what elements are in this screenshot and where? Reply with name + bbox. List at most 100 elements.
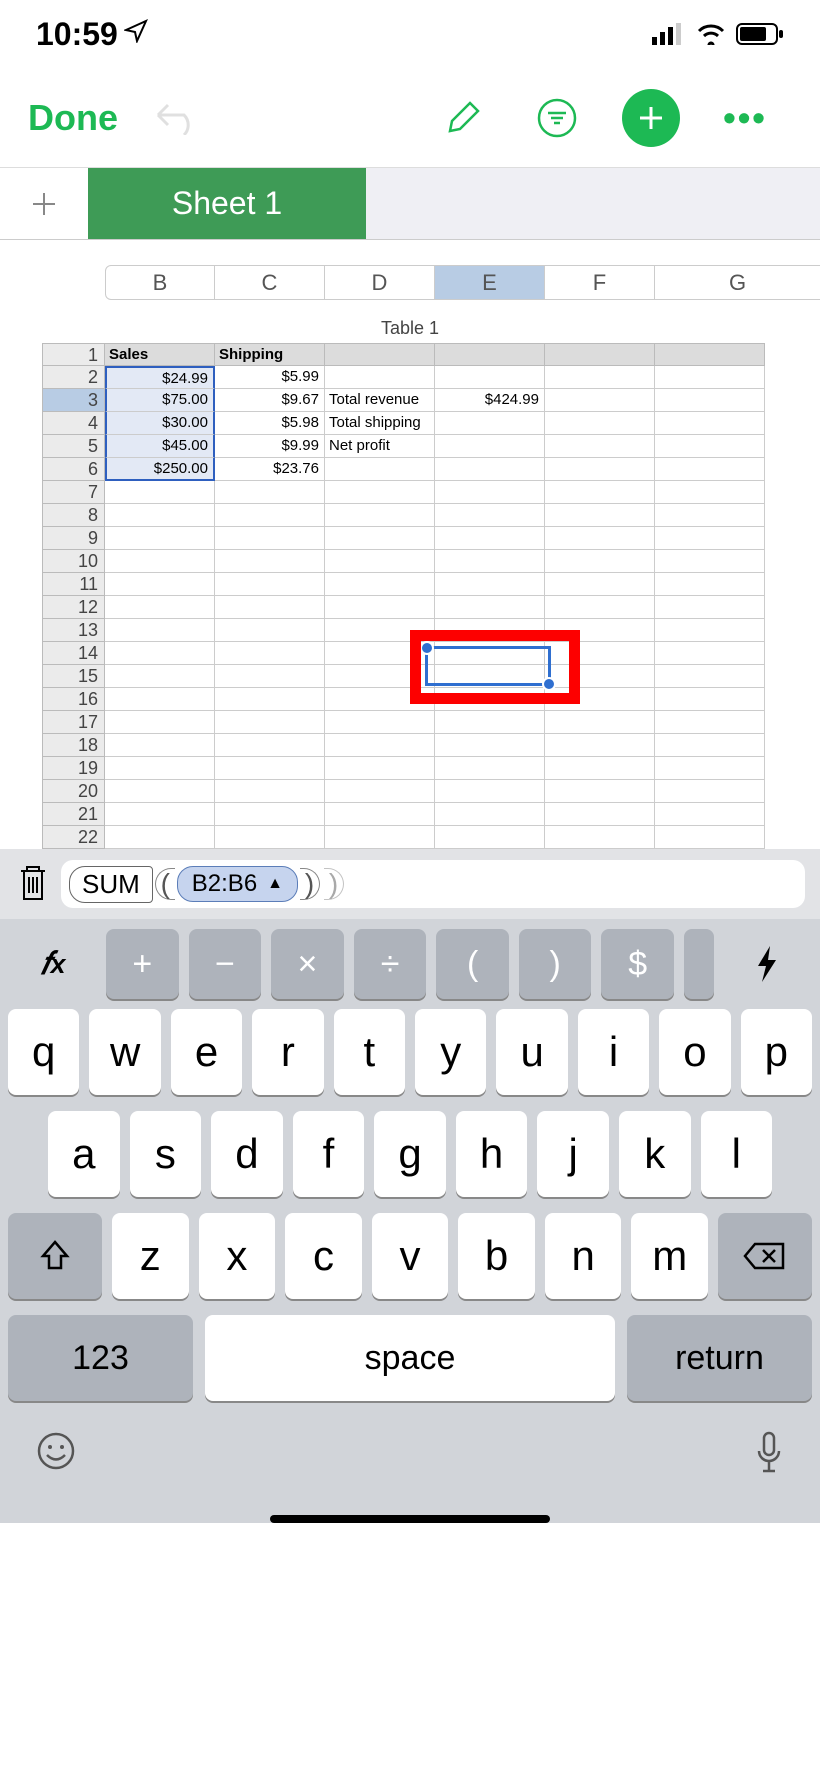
cell[interactable]: Shipping: [215, 343, 325, 366]
cell[interactable]: [435, 711, 545, 734]
col-header-f[interactable]: F: [545, 265, 655, 300]
row-header[interactable]: 16: [42, 688, 105, 711]
cell[interactable]: [215, 596, 325, 619]
cell[interactable]: [215, 527, 325, 550]
cell[interactable]: [545, 688, 655, 711]
cell[interactable]: [215, 711, 325, 734]
cell[interactable]: [105, 550, 215, 573]
key-k[interactable]: k: [619, 1111, 691, 1197]
row-header[interactable]: 4: [42, 412, 105, 435]
cell[interactable]: [435, 458, 545, 481]
op-paren-close[interactable]: ): [519, 929, 592, 999]
cell[interactable]: [655, 504, 765, 527]
cell[interactable]: Sales: [105, 343, 215, 366]
cell[interactable]: [655, 619, 765, 642]
cell[interactable]: [105, 711, 215, 734]
cell[interactable]: $24.99: [105, 366, 215, 389]
shift-key[interactable]: [8, 1213, 102, 1299]
cell[interactable]: $23.76: [215, 458, 325, 481]
row-header[interactable]: 20: [42, 780, 105, 803]
key-v[interactable]: v: [372, 1213, 449, 1299]
key-h[interactable]: h: [456, 1111, 528, 1197]
cell[interactable]: [435, 550, 545, 573]
key-z[interactable]: z: [112, 1213, 189, 1299]
cell[interactable]: $424.99: [435, 389, 545, 412]
mic-button[interactable]: [754, 1431, 784, 1485]
cell[interactable]: [435, 527, 545, 550]
cell[interactable]: [435, 573, 545, 596]
cell[interactable]: [435, 734, 545, 757]
col-header-b[interactable]: B: [105, 265, 215, 300]
cell[interactable]: [435, 757, 545, 780]
key-p[interactable]: p: [741, 1009, 812, 1095]
sheet-tab-active[interactable]: Sheet 1: [88, 168, 366, 239]
op-divide[interactable]: ÷: [354, 929, 427, 999]
cell[interactable]: [545, 757, 655, 780]
cell[interactable]: [325, 550, 435, 573]
cell[interactable]: [435, 435, 545, 458]
row-header[interactable]: 2: [42, 366, 105, 389]
cell[interactable]: Total revenue: [325, 389, 435, 412]
row-header[interactable]: 19: [42, 757, 105, 780]
cell[interactable]: [105, 573, 215, 596]
backspace-key[interactable]: [718, 1213, 812, 1299]
cell[interactable]: [215, 803, 325, 826]
row-header[interactable]: 22: [42, 826, 105, 849]
row-header[interactable]: 7: [42, 481, 105, 504]
cell[interactable]: [105, 826, 215, 849]
cell[interactable]: [655, 734, 765, 757]
range-reference[interactable]: B2:B6 ▲: [177, 866, 298, 902]
emoji-button[interactable]: [36, 1431, 76, 1485]
cell[interactable]: [105, 734, 215, 757]
cell[interactable]: [545, 343, 655, 366]
cell[interactable]: [545, 711, 655, 734]
row-header[interactable]: 6: [42, 458, 105, 481]
cell[interactable]: [545, 435, 655, 458]
cell[interactable]: [545, 550, 655, 573]
cell[interactable]: [545, 527, 655, 550]
cell[interactable]: [655, 573, 765, 596]
key-l[interactable]: l: [701, 1111, 773, 1197]
cell[interactable]: [215, 619, 325, 642]
row-header[interactable]: 21: [42, 803, 105, 826]
fx-key[interactable]: 𝑓x: [10, 929, 96, 999]
cell[interactable]: [655, 688, 765, 711]
cell[interactable]: $45.00: [105, 435, 215, 458]
cell[interactable]: [105, 780, 215, 803]
cell[interactable]: [545, 780, 655, 803]
formula-input[interactable]: SUM ( B2:B6 ▲ ) ): [61, 860, 805, 908]
cell[interactable]: [105, 504, 215, 527]
cell[interactable]: [435, 412, 545, 435]
cell[interactable]: [215, 734, 325, 757]
cell[interactable]: [325, 504, 435, 527]
grid[interactable]: 1SalesShipping2$24.99$5.993$75.00$9.67To…: [0, 343, 820, 849]
cell[interactable]: [655, 803, 765, 826]
row-header[interactable]: 3: [42, 389, 105, 412]
col-header-d[interactable]: D: [325, 265, 435, 300]
cell[interactable]: [325, 573, 435, 596]
key-b[interactable]: b: [458, 1213, 535, 1299]
cell[interactable]: [545, 412, 655, 435]
row-header[interactable]: 15: [42, 665, 105, 688]
cell[interactable]: [545, 596, 655, 619]
op-minus[interactable]: −: [189, 929, 262, 999]
done-button[interactable]: Done: [28, 97, 118, 139]
col-header-e[interactable]: E: [435, 265, 545, 300]
cell[interactable]: [325, 619, 435, 642]
cell[interactable]: [215, 757, 325, 780]
add-button[interactable]: [622, 89, 680, 147]
key-n[interactable]: n: [545, 1213, 622, 1299]
key-u[interactable]: u: [496, 1009, 567, 1095]
bolt-key[interactable]: [724, 929, 810, 999]
numbers-key[interactable]: 123: [8, 1315, 193, 1401]
cell[interactable]: [105, 619, 215, 642]
cell[interactable]: [325, 527, 435, 550]
cell[interactable]: [325, 803, 435, 826]
cell[interactable]: $9.67: [215, 389, 325, 412]
cell[interactable]: [435, 803, 545, 826]
row-header[interactable]: 14: [42, 642, 105, 665]
key-e[interactable]: e: [171, 1009, 242, 1095]
row-header[interactable]: 17: [42, 711, 105, 734]
cell[interactable]: $5.98: [215, 412, 325, 435]
filter-icon[interactable]: [528, 89, 586, 147]
